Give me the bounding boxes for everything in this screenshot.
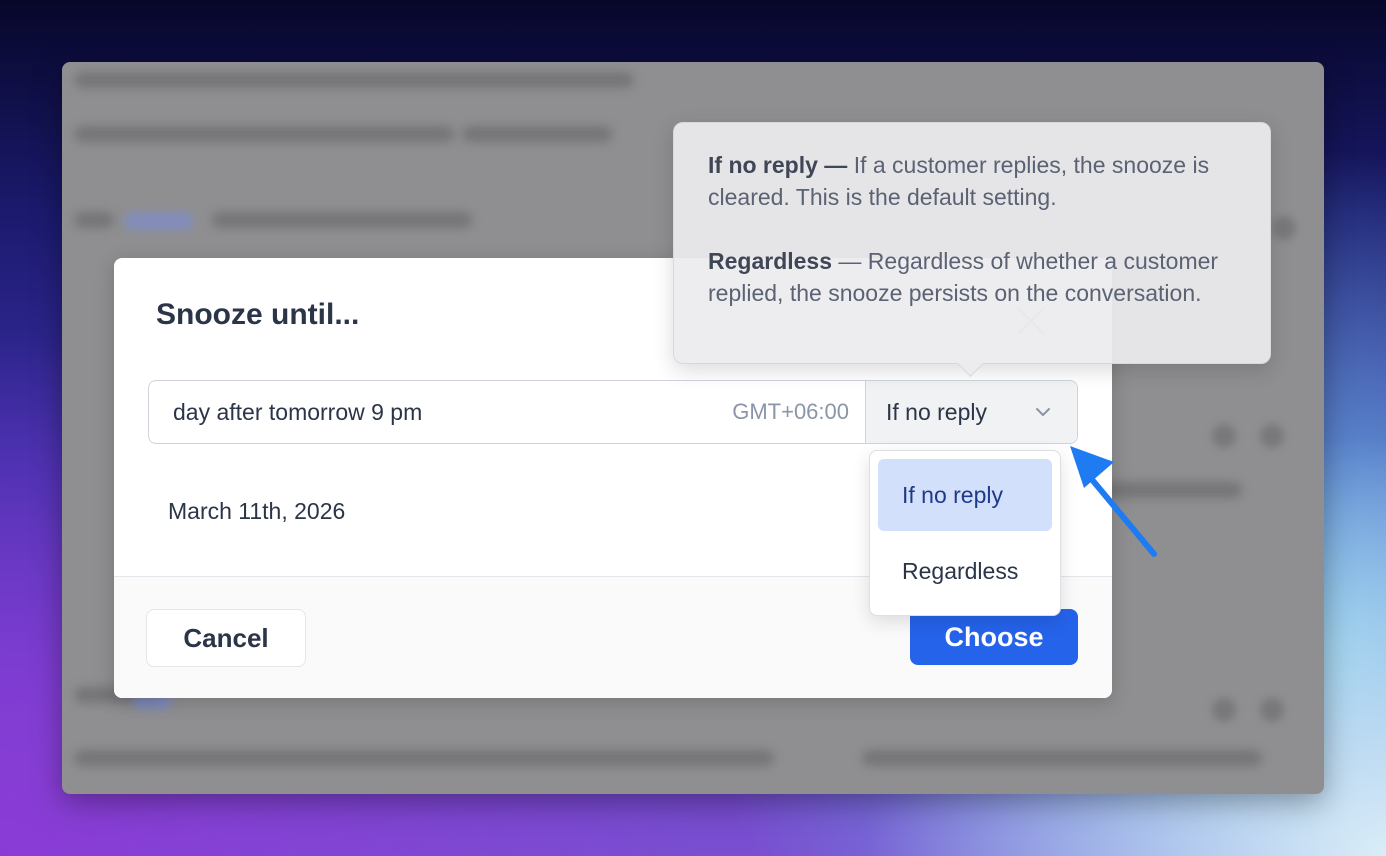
snooze-mode-dropdown: If no reply Regardless xyxy=(869,450,1061,616)
blurred-content xyxy=(862,750,1262,766)
blurred-content xyxy=(74,750,774,766)
snooze-time-input[interactable] xyxy=(149,381,733,443)
snooze-mode-value: If no reply xyxy=(886,398,987,425)
blurred-content xyxy=(74,212,114,228)
choose-button[interactable]: Choose xyxy=(910,609,1078,665)
blurred-content xyxy=(124,212,194,230)
tooltip-term: If no reply xyxy=(708,152,818,178)
snooze-time-field: GMT+06:00 If no reply xyxy=(148,380,1078,444)
tooltip-separator: — xyxy=(817,152,854,178)
blurred-content xyxy=(74,126,454,142)
chevron-down-icon xyxy=(1036,408,1050,416)
tooltip-term: Regardless xyxy=(708,248,833,274)
tooltip-item-if-no-reply: If no reply — If a customer replies, the… xyxy=(708,149,1236,213)
snooze-mode-tooltip: If no reply — If a customer replies, the… xyxy=(673,122,1271,377)
snooze-mode-select[interactable]: If no reply xyxy=(865,381,1077,443)
resolved-date: March 11th, 2026 xyxy=(168,498,346,524)
blurred-content xyxy=(462,126,612,142)
arrow-pointer-icon xyxy=(1070,446,1157,557)
blurred-content xyxy=(1260,698,1284,722)
dropdown-option-regardless[interactable]: Regardless xyxy=(878,535,1052,607)
modal-title: Snooze until... xyxy=(156,298,360,331)
tooltip-item-regardless: Regardless — Regardless of whether a cus… xyxy=(708,245,1236,309)
blurred-content xyxy=(1212,424,1236,448)
tooltip-separator: — xyxy=(832,248,868,274)
blurred-content xyxy=(212,212,472,228)
cancel-button[interactable]: Cancel xyxy=(146,609,306,667)
blurred-content xyxy=(1272,216,1296,240)
timezone-label: GMT+06:00 xyxy=(732,399,849,424)
blurred-content xyxy=(1212,698,1236,722)
dropdown-option-if-no-reply[interactable]: If no reply xyxy=(878,459,1052,531)
blurred-content xyxy=(1260,424,1284,448)
blurred-content xyxy=(74,72,634,88)
